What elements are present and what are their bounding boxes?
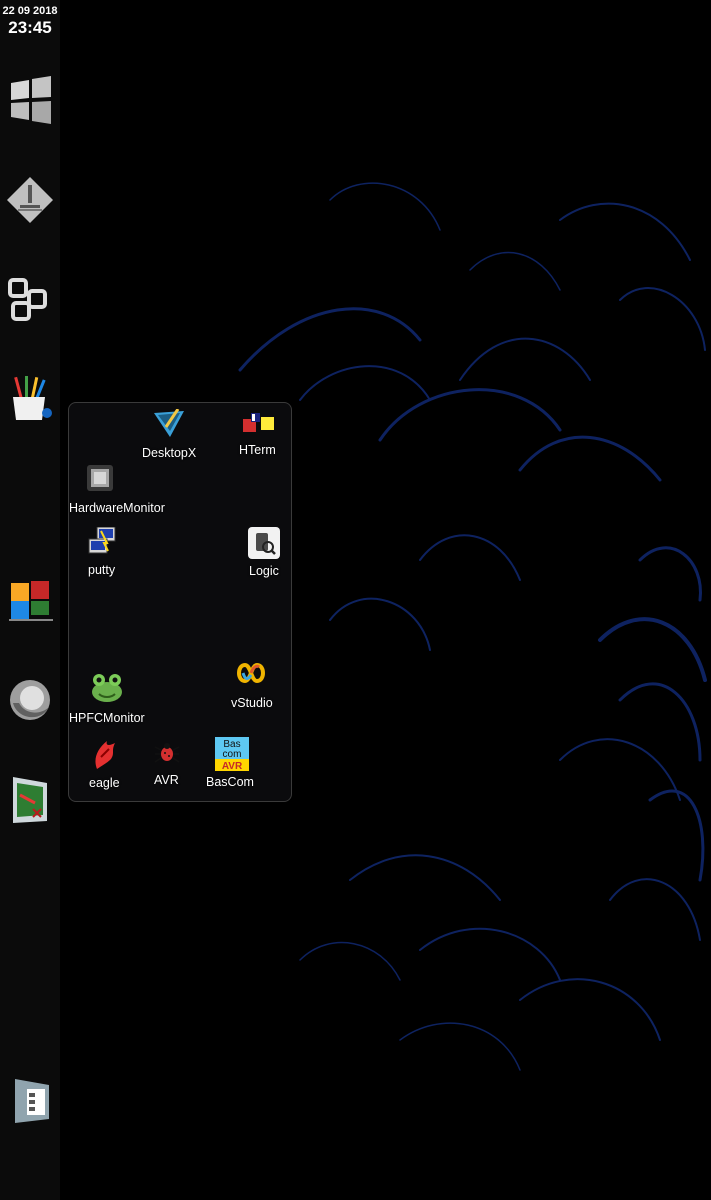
pcb-tool-icon[interactable] — [5, 775, 55, 825]
app-label-logic: Logic — [249, 564, 279, 578]
hterm-icon — [243, 413, 274, 432]
windows-logo-icon[interactable] — [5, 75, 55, 125]
app-launcher-panel: DesktopX HTerm HardwareMonitor putty Log… — [68, 402, 292, 802]
visual-studio-icon — [237, 663, 265, 683]
clock-time: 23:45 — [8, 18, 52, 37]
dock-bar: 22 09 2018 23:45 — [0, 0, 60, 1200]
app-logic[interactable] — [248, 527, 280, 559]
app-label-hterm: HTerm — [239, 443, 276, 457]
app-label-vstudio: vStudio — [231, 696, 273, 710]
app-label-eagle: eagle — [89, 776, 120, 790]
app-hpfcmonitor[interactable] — [89, 673, 125, 703]
firefox-icon[interactable] — [5, 675, 55, 725]
app-label-putty: putty — [88, 563, 116, 577]
cubes-icon[interactable] — [5, 275, 55, 325]
bascom-icon: Bas com AVR — [215, 737, 249, 771]
app-bascom[interactable]: Bas com AVR — [215, 737, 249, 771]
app-label-avr: AVR — [154, 773, 179, 787]
avr-bug-icon — [154, 743, 180, 763]
app-eagle[interactable] — [91, 739, 117, 771]
puzzle-icon[interactable] — [5, 575, 55, 625]
app-avr[interactable] — [153, 739, 181, 767]
bascom-logo-text-2: com — [223, 749, 242, 760]
clock-date: 22 09 2018 — [2, 5, 58, 17]
desktopx-icon — [154, 409, 184, 437]
bascom-logo-text-3: AVR — [222, 761, 243, 771]
app-hterm[interactable] — [243, 411, 275, 433]
chip-icon — [87, 465, 113, 491]
paint-cup-icon[interactable] — [5, 375, 55, 425]
app-label-bascom: BasCom — [206, 775, 254, 789]
app-hardwaremonitor[interactable] — [87, 465, 113, 491]
frog-icon — [92, 674, 122, 702]
app-label-desktopx: DesktopX — [142, 446, 197, 460]
app-desktopx[interactable] — [152, 409, 186, 439]
eagle-icon — [95, 741, 115, 769]
explorer-window-icon[interactable] — [5, 1075, 55, 1125]
drill-tool-icon[interactable] — [5, 175, 55, 225]
putty-icon — [88, 527, 116, 554]
app-vstudio[interactable] — [235, 663, 267, 683]
logic-analyzer-icon — [248, 527, 280, 559]
app-label-hardwaremonitor: HardwareMonitor — [69, 501, 165, 515]
app-putty[interactable] — [87, 527, 119, 555]
app-label-hpfcmonitor: HPFCMonitor — [69, 711, 145, 725]
clock: 22 09 2018 23:45 — [0, 4, 60, 38]
